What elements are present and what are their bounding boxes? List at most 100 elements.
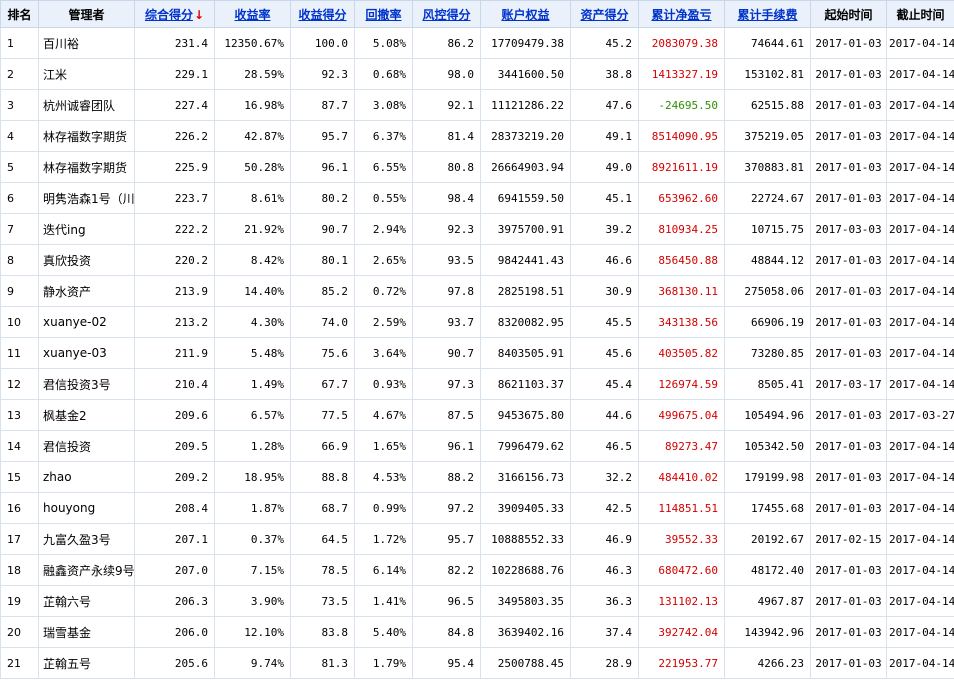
cell-asset-score: 45.6 [570, 337, 639, 369]
cell-asset-score: 37.4 [570, 616, 639, 648]
cell-drawdown: 2.65% [354, 244, 413, 276]
cell-return-rate: 5.48% [214, 337, 291, 369]
cell-cum-profit: 499675.04 [638, 399, 725, 431]
cell-return-rate: 14.40% [214, 275, 291, 307]
cell-score: 209.2 [134, 461, 215, 493]
cell-risk-score: 93.7 [412, 306, 481, 338]
cell-risk-score: 92.3 [412, 213, 481, 245]
cell-end-date: 2017-04-14 [886, 58, 954, 90]
cell-asset-score: 30.9 [570, 275, 639, 307]
cell-manager: 杭州诚睿团队 [38, 89, 135, 121]
cell-return-score: 95.7 [290, 120, 355, 152]
cell-return-score: 64.5 [290, 523, 355, 555]
cell-return-rate: 6.57% [214, 399, 291, 431]
cell-drawdown: 1.79% [354, 647, 413, 679]
cell-start-date: 2017-01-03 [810, 120, 887, 152]
sort-link-cum-profit[interactable]: 累计净盈亏 [651, 8, 711, 22]
header-drawdown: 回撤率 [354, 0, 413, 28]
cell-end-date: 2017-04-14 [886, 213, 954, 245]
cell-start-date: 2017-01-03 [810, 182, 887, 214]
cell-return-rate: 7.15% [214, 554, 291, 586]
sort-link-drawdown[interactable]: 回撤率 [365, 8, 401, 22]
sort-link-risk-score[interactable]: 风控得分 [422, 8, 470, 22]
cell-score: 205.6 [134, 647, 215, 679]
cell-start-date: 2017-01-03 [810, 58, 887, 90]
cell-cum-fee: 22724.67 [724, 182, 811, 214]
cell-cum-profit: 114851.51 [638, 492, 725, 524]
cell-start-date: 2017-02-15 [810, 523, 887, 555]
cell-cum-fee: 48844.12 [724, 244, 811, 276]
cell-asset-score: 42.5 [570, 492, 639, 524]
cell-cum-fee: 143942.96 [724, 616, 811, 648]
cell-end-date: 2017-04-14 [886, 337, 954, 369]
cell-asset-score: 45.2 [570, 27, 639, 59]
cell-asset-score: 38.8 [570, 58, 639, 90]
cell-manager: xuanye-03 [38, 337, 135, 369]
sort-link-return-score[interactable]: 收益得分 [298, 8, 346, 22]
cell-end-date: 2017-04-14 [886, 368, 954, 400]
cell-score: 207.0 [134, 554, 215, 586]
cell-return-score: 88.8 [290, 461, 355, 493]
cell-risk-score: 84.8 [412, 616, 481, 648]
cell-score: 227.4 [134, 89, 215, 121]
sort-link-score[interactable]: 综合得分 [145, 8, 193, 22]
cell-start-date: 2017-01-03 [810, 430, 887, 462]
cell-cum-profit: 810934.25 [638, 213, 725, 245]
cell-end-date: 2017-04-14 [886, 523, 954, 555]
cell-risk-score: 87.5 [412, 399, 481, 431]
cell-drawdown: 5.08% [354, 27, 413, 59]
cell-cum-profit: 8514090.95 [638, 120, 725, 152]
header-risk-score: 风控得分 [412, 0, 481, 28]
cell-return-rate: 50.28% [214, 151, 291, 183]
sort-link-equity[interactable]: 账户权益 [501, 8, 549, 22]
table-row: 5 林存福数字期货 225.9 50.28% 96.1 6.55% 80.8 26664903… [0, 151, 954, 183]
table-row: 7 迭代ing 222.2 21.92% 90.7 2.94% 92.3 3975700.91… [0, 213, 954, 245]
cell-risk-score: 98.4 [412, 182, 481, 214]
cell-asset-score: 44.6 [570, 399, 639, 431]
sort-link-asset-score[interactable]: 资产得分 [580, 8, 628, 22]
header-end-date: 截止时间 [886, 0, 954, 28]
cell-rank: 18 [0, 554, 39, 586]
cell-return-score: 80.1 [290, 244, 355, 276]
cell-score: 231.4 [134, 27, 215, 59]
cell-equity: 3639402.16 [480, 616, 571, 648]
cell-cum-profit: -24695.50 [638, 89, 725, 121]
cell-end-date: 2017-04-14 [886, 244, 954, 276]
cell-return-rate: 3.90% [214, 585, 291, 617]
cell-cum-fee: 66906.19 [724, 306, 811, 338]
sort-link-cum-fee[interactable]: 累计手续费 [737, 8, 797, 22]
cell-return-score: 77.5 [290, 399, 355, 431]
cell-end-date: 2017-04-14 [886, 182, 954, 214]
cell-equity: 3909405.33 [480, 492, 571, 524]
cell-risk-score: 88.2 [412, 461, 481, 493]
cell-drawdown: 5.40% [354, 616, 413, 648]
cell-equity: 28373219.20 [480, 120, 571, 152]
cell-equity: 3975700.91 [480, 213, 571, 245]
cell-start-date: 2017-01-03 [810, 275, 887, 307]
table-row: 3 杭州诚睿团队 227.4 16.98% 87.7 3.08% 92.1 11121286.… [0, 89, 954, 121]
cell-drawdown: 1.41% [354, 585, 413, 617]
cell-asset-score: 46.9 [570, 523, 639, 555]
cell-return-score: 78.5 [290, 554, 355, 586]
cell-asset-score: 32.2 [570, 461, 639, 493]
cell-rank: 1 [0, 27, 39, 59]
table-body: 1 百川裕 231.4 12350.67% 100.0 5.08% 86.2 17709479… [0, 27, 954, 679]
cell-drawdown: 4.67% [354, 399, 413, 431]
cell-equity: 3441600.50 [480, 58, 571, 90]
cell-start-date: 2017-01-03 [810, 492, 887, 524]
cell-start-date: 2017-01-03 [810, 554, 887, 586]
cell-end-date: 2017-04-14 [886, 492, 954, 524]
cell-asset-score: 46.6 [570, 244, 639, 276]
cell-return-rate: 0.37% [214, 523, 291, 555]
cell-start-date: 2017-01-03 [810, 89, 887, 121]
cell-drawdown: 4.53% [354, 461, 413, 493]
cell-cum-profit: 39552.33 [638, 523, 725, 555]
cell-rank: 6 [0, 182, 39, 214]
cell-equity: 11121286.22 [480, 89, 571, 121]
header-cum-fee: 累计手续费 [724, 0, 811, 28]
cell-cum-profit: 2083079.38 [638, 27, 725, 59]
cell-end-date: 2017-04-14 [886, 89, 954, 121]
cell-return-score: 66.9 [290, 430, 355, 462]
cell-return-rate: 1.28% [214, 430, 291, 462]
sort-link-return-rate[interactable]: 收益率 [234, 8, 270, 22]
